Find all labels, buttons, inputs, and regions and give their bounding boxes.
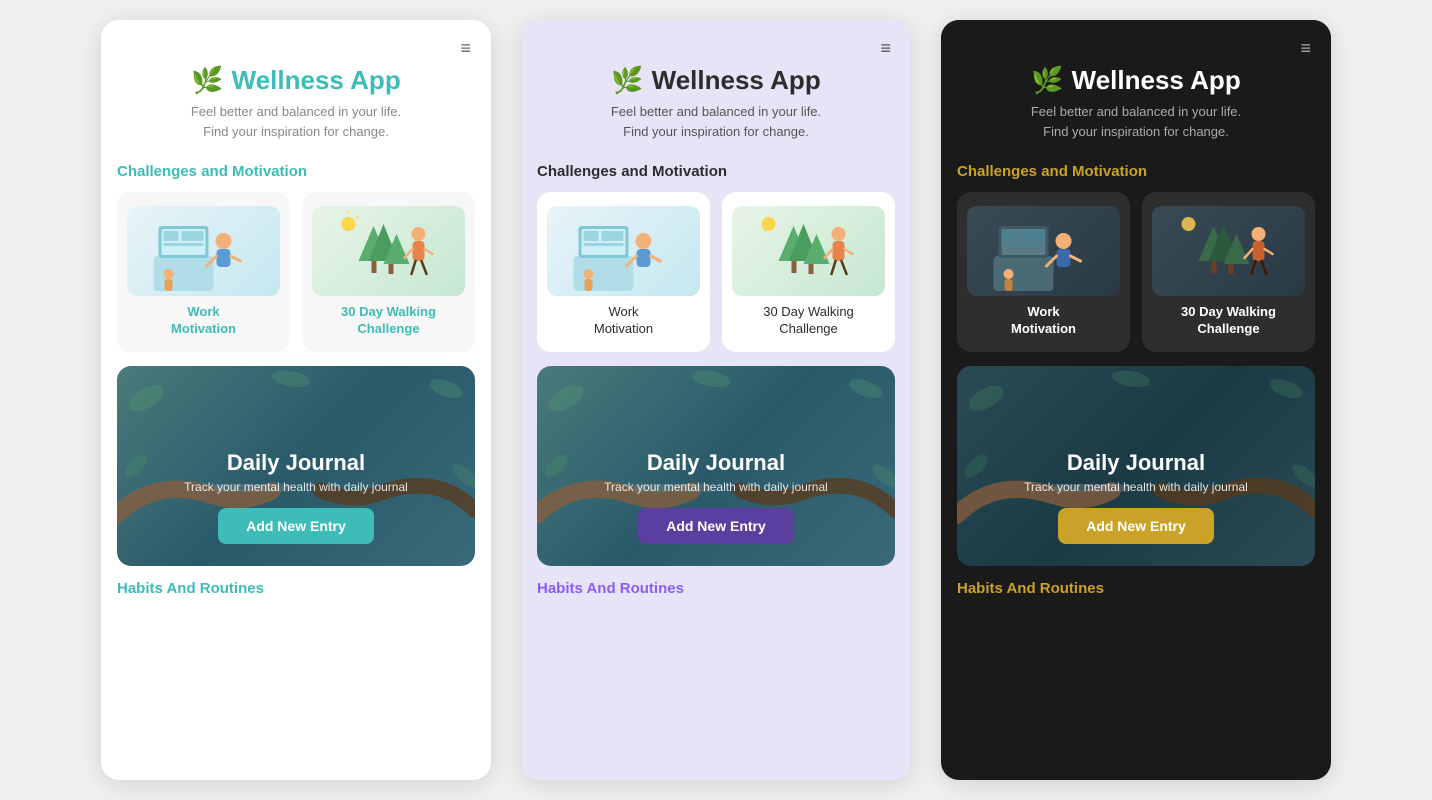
walking-svg-dark <box>1152 206 1305 296</box>
journal-btn-dark[interactable]: Add New Entry <box>1058 508 1214 544</box>
walking-illus-purple <box>732 206 885 296</box>
brand-row-dark: 🌿 Wellness App <box>1031 65 1240 96</box>
app-logo-light: 🌿 <box>191 65 223 96</box>
walking-illus-light <box>312 206 465 296</box>
cards-grid-dark: WorkMotivation <box>957 192 1315 352</box>
app-logo-dark: 🌿 <box>1031 65 1063 96</box>
walking-label-dark: 30 Day WalkingChallenge <box>1181 304 1276 338</box>
app-content-purple: Challenges and Motivation <box>521 159 911 780</box>
walking-illus-dark <box>1152 206 1305 296</box>
walking-label-light: 30 Day WalkingChallenge <box>341 304 436 338</box>
work-illus-light <box>127 206 280 296</box>
journal-btn-light[interactable]: Add New Entry <box>218 508 374 544</box>
work-illus-dark <box>967 206 1120 296</box>
journal-subtitle-dark: Track your mental health with daily jour… <box>973 480 1299 494</box>
header-top-dark: ≡ <box>959 38 1313 59</box>
journal-content-purple: Daily Journal Track your mental health w… <box>537 434 895 566</box>
hamburger-icon-light[interactable]: ≡ <box>460 38 473 59</box>
walking-svg-purple <box>732 206 885 296</box>
tagline-dark: Feel better and balanced in your life.Fi… <box>1031 102 1241 149</box>
work-svg-light <box>127 206 280 296</box>
work-illus-purple <box>547 206 700 296</box>
journal-card-light[interactable]: Daily Journal Track your mental health w… <box>117 366 475 566</box>
app-content-light: Challenges and Motivation <box>101 159 491 780</box>
app-content-dark: Challenges and Motivation <box>941 159 1331 780</box>
hamburger-icon-purple[interactable]: ≡ <box>880 38 893 59</box>
app-title-dark: Wellness App <box>1072 65 1241 96</box>
work-motivation-card-dark[interactable]: WorkMotivation <box>957 192 1130 352</box>
challenges-title-dark: Challenges and Motivation <box>957 163 1315 180</box>
tagline-purple: Feel better and balanced in your life.Fi… <box>611 102 821 149</box>
walking-card-dark[interactable]: 30 Day WalkingChallenge <box>1142 192 1315 352</box>
walking-card-purple[interactable]: 30 Day WalkingChallenge <box>722 192 895 352</box>
app-title-purple: Wellness App <box>652 65 821 96</box>
work-label-light: WorkMotivation <box>171 304 236 338</box>
tagline-light: Feel better and balanced in your life.Fi… <box>191 102 401 149</box>
habits-title-light: Habits And Routines <box>117 580 475 597</box>
journal-btn-purple[interactable]: Add New Entry <box>638 508 794 544</box>
work-svg-dark <box>967 206 1120 296</box>
app-header-light: ≡ 🌿 Wellness App Feel better and balance… <box>101 20 491 159</box>
habits-title-dark: Habits And Routines <box>957 580 1315 597</box>
header-top-light: ≡ <box>119 38 473 59</box>
journal-subtitle-purple: Track your mental health with daily jour… <box>553 480 879 494</box>
brand-row-purple: 🌿 Wellness App <box>611 65 820 96</box>
app-header-purple: ≡ 🌿 Wellness App Feel better and balance… <box>521 20 911 159</box>
phone-light: ≡ 🌿 Wellness App Feel better and balance… <box>101 20 491 780</box>
journal-subtitle-light: Track your mental health with daily jour… <box>133 480 459 494</box>
work-label-purple: WorkMotivation <box>594 304 653 338</box>
challenges-title-light: Challenges and Motivation <box>117 163 475 180</box>
journal-content-dark: Daily Journal Track your mental health w… <box>957 434 1315 566</box>
work-label-dark: WorkMotivation <box>1011 304 1076 338</box>
walking-label-purple: 30 Day WalkingChallenge <box>763 304 854 338</box>
app-logo-purple: 🌿 <box>611 65 643 96</box>
hamburger-icon-dark[interactable]: ≡ <box>1300 38 1313 59</box>
journal-content-light: Daily Journal Track your mental health w… <box>117 434 475 566</box>
work-motivation-card-light[interactable]: WorkMotivation <box>117 192 290 352</box>
cards-grid-purple: WorkMotivation <box>537 192 895 352</box>
app-header-dark: ≡ 🌿 Wellness App Feel better and balance… <box>941 20 1331 159</box>
walking-card-light[interactable]: 30 Day WalkingChallenge <box>302 192 475 352</box>
phone-purple: ≡ 🌿 Wellness App Feel better and balance… <box>521 20 911 780</box>
habits-title-purple: Habits And Routines <box>537 580 895 597</box>
brand-row-light: 🌿 Wellness App <box>191 65 400 96</box>
journal-title-dark: Daily Journal <box>973 450 1299 476</box>
work-motivation-card-purple[interactable]: WorkMotivation <box>537 192 710 352</box>
header-top-purple: ≡ <box>539 38 893 59</box>
cards-grid-light: WorkMotivation <box>117 192 475 352</box>
journal-card-purple[interactable]: Daily Journal Track your mental health w… <box>537 366 895 566</box>
phone-dark: ≡ 🌿 Wellness App Feel better and balance… <box>941 20 1331 780</box>
journal-card-dark[interactable]: Daily Journal Track your mental health w… <box>957 366 1315 566</box>
challenges-title-purple: Challenges and Motivation <box>537 163 895 180</box>
walking-svg-light <box>312 206 465 296</box>
app-title-light: Wellness App <box>232 65 401 96</box>
journal-title-purple: Daily Journal <box>553 450 879 476</box>
work-svg-purple <box>547 206 700 296</box>
journal-title-light: Daily Journal <box>133 450 459 476</box>
